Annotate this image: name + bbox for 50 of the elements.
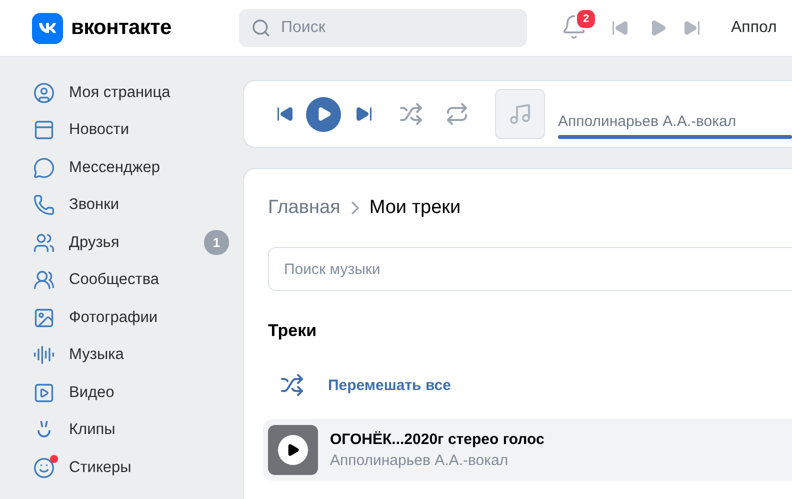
shuffle-all-link[interactable]: Перемешать все [280, 373, 792, 397]
search-icon [251, 18, 271, 38]
bell-icon[interactable] [561, 14, 587, 40]
user-icon [33, 82, 55, 104]
track-title: ОГОНЁК...2020г стерео голос [330, 431, 544, 448]
section-title: Треки [268, 321, 318, 341]
shuffle-icon [280, 373, 304, 397]
sidebar-item[interactable]: Звонки [33, 186, 229, 224]
sidebar-item[interactable]: Стикеры [33, 449, 229, 486]
play-icon[interactable] [649, 19, 667, 37]
news-icon [33, 119, 55, 142]
next-icon[interactable] [355, 105, 373, 123]
sidebar-item[interactable]: Друзья 1 [33, 224, 229, 262]
sidebar-item[interactable]: Клипы [33, 412, 229, 449]
search-field[interactable]: Поиск [239, 9, 527, 47]
logo-icon[interactable] [32, 12, 63, 44]
audio-bars-icon [33, 344, 55, 366]
previous-icon[interactable] [276, 105, 294, 123]
count-badge: 1 [204, 230, 229, 256]
play-button[interactable] [306, 96, 341, 132]
shuffle-icon[interactable] [399, 102, 423, 126]
now-playing-text[interactable]: Аппол [731, 19, 777, 37]
music-search-field[interactable]: Поиск музыки [268, 247, 792, 291]
image-icon [33, 306, 55, 329]
sidebar-item[interactable]: Видео [33, 374, 229, 412]
track-artist: Апполинарьев А.А.-вокал [558, 113, 738, 130]
play-icon [286, 443, 300, 457]
repeat-icon[interactable] [445, 102, 469, 126]
chevron-icon [350, 201, 360, 215]
video-icon [33, 382, 55, 404]
sidebar-item[interactable]: Фотографии [33, 299, 229, 336]
play-icon [316, 106, 332, 122]
sidebar-item[interactable]: Новости [33, 112, 229, 149]
track-row[interactable]: ОГОНЁК...2020г стерео голос Апполинарьев А.А.-вокал [263, 419, 792, 481]
search-input[interactable]: Поиск [279, 18, 515, 38]
music-note-icon [495, 89, 545, 139]
sidebar-item[interactable]: Моя страница [33, 74, 229, 112]
people-icon [33, 232, 55, 254]
notification-badge: 2 [575, 8, 597, 30]
breadcrumb-link[interactable]: Мои треки [369, 197, 461, 219]
track-artist: Апполинарьев А.А.-вокал [330, 452, 510, 469]
sidebar-item[interactable]: Музыка [33, 336, 229, 374]
chat-bubble-icon [33, 156, 55, 179]
group-icon [33, 269, 55, 292]
sidebar-item[interactable]: Сообщества [33, 262, 229, 299]
breadcrumb-link[interactable]: Главная [268, 197, 340, 219]
phone-icon [33, 194, 55, 216]
track-play-button[interactable] [268, 425, 318, 475]
logo-text: вконтакте [71, 16, 172, 40]
sidebar-item[interactable]: Мессенджер [33, 149, 229, 186]
